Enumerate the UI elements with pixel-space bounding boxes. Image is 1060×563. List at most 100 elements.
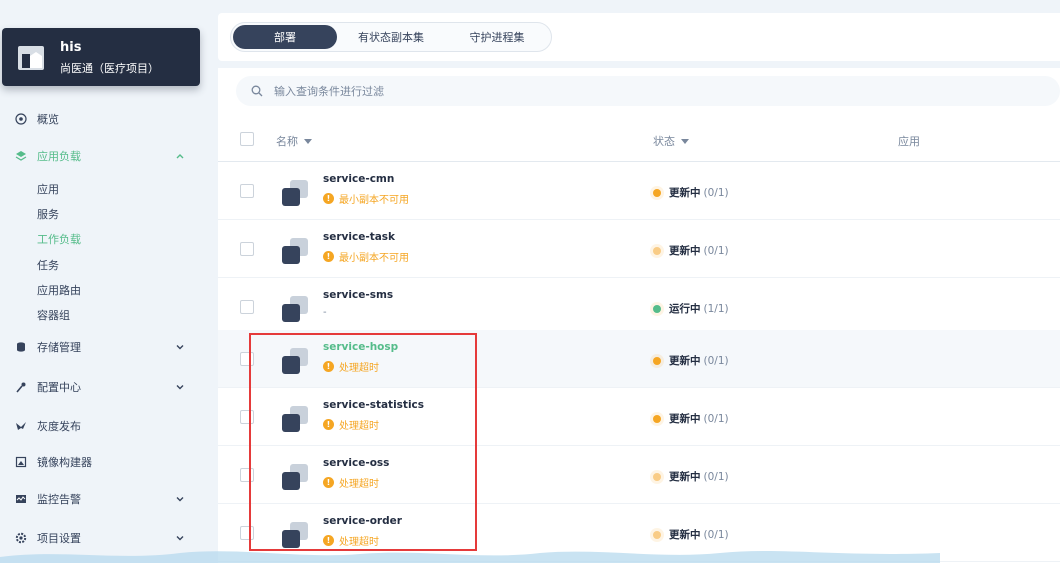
nav-app-workloads[interactable]: 应用负载	[0, 145, 200, 167]
nav-image-builder[interactable]: 镜像构建器	[0, 451, 200, 473]
status-dot-icon	[653, 246, 661, 255]
sub-item-jobs[interactable]: 任务	[37, 257, 59, 273]
status-text: 运行中	[669, 303, 701, 315]
nav-overview[interactable]: 概览	[0, 108, 200, 130]
sub-item-workloads[interactable]: 工作负载	[37, 231, 81, 247]
workload-type-tabs: 部署 有状态副本集 守护进程集	[230, 22, 552, 52]
nav-storage-label: 存储管理	[37, 341, 81, 354]
gear-icon	[14, 531, 28, 545]
workload-name[interactable]: service-order	[323, 515, 402, 527]
nav-grayscale-label: 灰度发布	[37, 420, 81, 433]
status-dot-icon	[653, 472, 661, 481]
column-app: 应用	[898, 133, 920, 149]
tab-daemonsets[interactable]: 守护进程集	[445, 25, 549, 49]
filter-bar[interactable]	[236, 76, 1060, 106]
status-text: 更新中	[669, 245, 701, 257]
workload-name[interactable]: service-task	[323, 231, 395, 243]
table-row[interactable]: service-cmn! 最小副本不可用 更新中 (0/1)	[218, 162, 1060, 220]
workload-subtitle-text: 最小副本不可用	[339, 195, 409, 206]
nav-grayscale[interactable]: 灰度发布	[0, 415, 200, 437]
status-badge: 运行中 (1/1)	[653, 301, 729, 316]
sub-item-services[interactable]: 服务	[37, 206, 59, 222]
chevron-down-icon	[176, 536, 184, 541]
monitor-icon	[14, 492, 28, 506]
replica-count: (1/1)	[703, 302, 729, 315]
status-badge: 更新中 (0/1)	[653, 353, 729, 368]
status-text: 更新中	[669, 529, 701, 541]
deployment-icon	[282, 238, 308, 264]
status-dot-icon	[653, 304, 661, 313]
row-checkbox[interactable]	[240, 468, 254, 482]
replica-count: (0/1)	[703, 470, 729, 483]
deployment-icon	[282, 464, 308, 490]
status-badge: 更新中 (0/1)	[653, 243, 729, 258]
column-name[interactable]: 名称	[276, 133, 312, 149]
sub-item-routes[interactable]: 应用路由	[37, 282, 81, 298]
workload-subtitle: ! 最小副本不可用	[323, 191, 409, 206]
nav-monitoring[interactable]: 监控告警	[0, 488, 200, 510]
column-status-label: 状态	[653, 135, 675, 148]
row-checkbox[interactable]	[240, 300, 254, 314]
warning-icon: !	[323, 193, 334, 204]
status-text: 更新中	[669, 471, 701, 483]
table-row[interactable]: service-statistics ! 处理超时 更新中 (0/1)	[218, 388, 1060, 446]
chevron-down-icon	[176, 345, 184, 350]
status-badge: 更新中 (0/1)	[653, 469, 729, 484]
database-icon	[14, 340, 28, 354]
sub-item-pods[interactable]: 容器组	[37, 307, 70, 323]
workload-subtitle: ! 处理超时	[323, 475, 379, 490]
workload-subtitle: ! 处理超时	[323, 417, 379, 432]
row-checkbox[interactable]	[240, 352, 254, 366]
workload-name[interactable]: service-oss	[323, 457, 389, 469]
status-text: 更新中	[669, 355, 701, 367]
deployment-icon	[282, 406, 308, 432]
column-app-label: 应用	[898, 135, 920, 148]
column-name-label: 名称	[276, 135, 298, 148]
workload-subtitle-text: 处理超时	[339, 421, 379, 432]
nav-config[interactable]: 配置中心	[0, 376, 200, 398]
status-badge: 更新中 (0/1)	[653, 411, 729, 426]
status-text: 更新中	[669, 413, 701, 425]
deployment-icon	[282, 296, 308, 322]
workload-name[interactable]: service-sms	[323, 289, 393, 301]
workload-subtitle-text: 处理超时	[339, 363, 379, 374]
table-row[interactable]: service-hosp! 处理超时 更新中 (0/1)	[218, 330, 1060, 388]
row-checkbox[interactable]	[240, 242, 254, 256]
chevron-down-icon	[176, 497, 184, 502]
nav-app-workloads-label: 应用负载	[37, 150, 81, 163]
select-all-checkbox[interactable]	[240, 132, 254, 146]
table-row[interactable]: service-sms - 运行中 (1/1)	[218, 278, 1060, 336]
project-card[interactable]: his 尚医通（医疗项目）	[2, 28, 200, 86]
row-checkbox[interactable]	[240, 526, 254, 540]
table-row[interactable]: service-oss ! 处理超时 更新中 (0/1)	[218, 446, 1060, 504]
row-checkbox[interactable]	[240, 184, 254, 198]
sub-item-apps[interactable]: 应用	[37, 181, 59, 197]
row-checkbox[interactable]	[240, 410, 254, 424]
status-text: 更新中	[669, 187, 701, 199]
warning-icon: !	[323, 361, 334, 372]
image-builder-icon	[14, 455, 28, 469]
nav-monitoring-label: 监控告警	[37, 493, 81, 506]
workload-name[interactable]: service-cmn	[323, 173, 394, 185]
column-status[interactable]: 状态	[653, 133, 689, 149]
overview-icon	[14, 112, 28, 126]
workload-name[interactable]: service-statistics	[323, 399, 424, 411]
search-icon	[251, 85, 263, 97]
status-dot-icon	[653, 188, 661, 197]
layers-icon	[14, 149, 28, 163]
chevron-up-icon	[176, 154, 184, 159]
workload-type-bar: 部署 有状态副本集 守护进程集	[218, 13, 1060, 61]
tab-deployments[interactable]: 部署	[233, 25, 337, 49]
workload-name[interactable]: service-hosp	[323, 341, 398, 353]
tab-statefulsets[interactable]: 有状态副本集	[339, 25, 443, 49]
sort-caret-icon	[304, 138, 312, 144]
workload-subtitle-text: 最小副本不可用	[339, 253, 409, 264]
project-description: 尚医通（医疗项目）	[60, 62, 159, 75]
nav-storage[interactable]: 存储管理	[0, 336, 200, 358]
table-row[interactable]: service-task! 最小副本不可用 更新中 (0/1)	[218, 220, 1060, 278]
status-dot-icon	[653, 530, 661, 539]
workload-subtitle-text: 处理超时	[339, 479, 379, 490]
filter-input[interactable]	[274, 84, 874, 98]
deployment-icon	[282, 180, 308, 206]
nav-config-label: 配置中心	[37, 381, 81, 394]
